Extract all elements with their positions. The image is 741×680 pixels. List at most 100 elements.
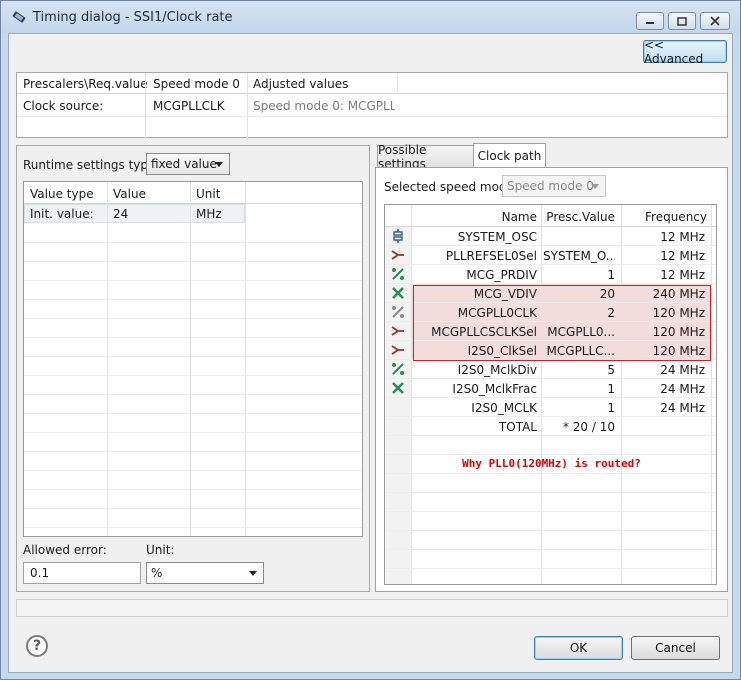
row-divider [385, 454, 716, 455]
row-divider [385, 568, 716, 569]
row-divider [24, 489, 362, 490]
clock-path-header: Name Presc.Value Frequency [385, 205, 716, 227]
unit-select[interactable]: % [146, 562, 264, 584]
divider-icon [391, 267, 405, 281]
clock-timing-icon [12, 11, 26, 23]
clock-path-panel: Selected speed mode Speed mode 0 Name Pr… [375, 167, 728, 592]
column-divider [245, 182, 246, 536]
mux-icon [391, 248, 405, 262]
help-button[interactable]: ? [26, 635, 48, 657]
header-name[interactable]: Name [411, 210, 537, 224]
header-presc-value[interactable]: Presc.Value [543, 210, 615, 224]
speed-mode-value: Speed mode 0 [507, 179, 594, 193]
row-divider [385, 549, 716, 550]
minimize-icon [646, 22, 654, 24]
clock-path-frequency: 24 MHz [660, 382, 705, 396]
status-bar [16, 599, 728, 617]
clock-path-row[interactable]: PLLREFSEL0Sel SYSTEM_O... 12 MHz [385, 246, 716, 265]
mux-icon [391, 324, 405, 338]
row-divider [24, 432, 362, 433]
clock-path-row[interactable]: I2S0_MCLK 1 24 MHz [385, 398, 716, 417]
clock-path-name: PLLREFSEL0Sel [445, 249, 537, 263]
clock-path-row[interactable]: TOTAL * 20 / 10 [385, 417, 716, 436]
row-divider [24, 318, 362, 319]
column-divider [247, 73, 248, 139]
column-divider [397, 73, 398, 94]
summary-cell-adjusted-value: Speed mode 0: MCGPLL... [253, 99, 395, 113]
tab-possible-settings[interactable]: Possible settings [377, 143, 474, 171]
help-icon: ? [32, 638, 42, 654]
runtime-cell-unit: MHz [196, 207, 222, 221]
chevron-down-icon [249, 571, 257, 576]
multiplier-icon [391, 286, 405, 300]
clock-path-frequency: 12 MHz [660, 249, 705, 263]
summary-header-speed-mode[interactable]: Speed mode 0 [153, 77, 240, 91]
clock-path-frequency: 24 MHz [660, 363, 705, 377]
maximize-icon [677, 16, 687, 26]
clock-path-presc: 1 [607, 382, 615, 396]
row-divider [24, 299, 362, 300]
header-frequency[interactable]: Frequency [621, 210, 707, 224]
summary-cell-clock-source: Clock source: [23, 99, 104, 113]
clock-path-presc: * 20 / 10 [562, 420, 615, 434]
clock-path-name: MCG_PRDIV [466, 268, 537, 282]
row-divider [24, 451, 362, 452]
title-bar[interactable]: Timing dialog - SSI1/Clock rate [1, 1, 740, 33]
timing-dialog-window: Timing dialog - SSI1/Clock rate << Advan… [0, 0, 741, 680]
clock-path-frequency: 24 MHz [660, 401, 705, 415]
row-divider [385, 511, 716, 512]
allowed-error-input[interactable]: 0.1 [23, 562, 141, 584]
clock-path-frequency: 12 MHz [660, 230, 705, 244]
row-divider [24, 280, 362, 281]
multiplier-icon [391, 381, 405, 395]
summary-header-prescalers[interactable]: Prescalers\Req.value [23, 77, 148, 91]
row-divider [385, 435, 716, 436]
clock-path-row[interactable]: I2S0_MclkFrac 1 24 MHz [385, 379, 716, 398]
close-button[interactable] [700, 12, 730, 30]
runtime-header-unit[interactable]: Unit [196, 187, 220, 201]
allowed-error-label: Allowed error: [23, 543, 107, 557]
runtime-cell-value: 24 [113, 207, 129, 221]
clock-path-name: I2S0_MclkDiv [457, 363, 537, 377]
runtime-table-row[interactable]: Init. value: 24 MHz [24, 204, 245, 223]
summary-table-header: Prescalers\Req.value Speed mode 0 Adjust… [17, 73, 727, 94]
row-divider [24, 470, 362, 471]
allowed-error-value: 0.1 [30, 566, 50, 580]
speed-mode-select[interactable]: Speed mode 0 [502, 175, 606, 197]
maximize-button[interactable] [668, 12, 696, 30]
clock-path-row[interactable]: MCG_PRDIV 1 12 MHz [385, 265, 716, 284]
speed-mode-label: Selected speed mode [384, 180, 514, 194]
row-divider [24, 337, 362, 338]
divider-icon [391, 362, 405, 376]
highlighted-path-box [413, 285, 711, 361]
minimize-button[interactable] [636, 12, 664, 30]
row-divider [24, 356, 362, 357]
routing-question-annotation: Why PLL0(120MHz) is routed? [462, 457, 641, 470]
clock-path-name: TOTAL [498, 420, 537, 434]
clock-path-name: SYSTEM_OSC [457, 230, 537, 244]
row-divider [385, 473, 716, 474]
dialog-client-area: << Advanced Prescalers\Req.value Speed m… [8, 33, 733, 673]
runtime-header-value[interactable]: Value [113, 187, 146, 201]
column-divider [190, 182, 191, 536]
ok-button[interactable]: OK [534, 636, 623, 660]
runtime-header-value-type[interactable]: Value type [30, 187, 94, 201]
row-divider [24, 508, 362, 509]
cancel-button[interactable]: Cancel [631, 636, 720, 660]
oscillator-icon [391, 229, 405, 243]
summary-header-adjusted[interactable]: Adjusted values [253, 77, 348, 91]
runtime-cell-value-type: Init. value: [30, 207, 94, 221]
clock-path-row[interactable]: SYSTEM_OSC 12 MHz [385, 227, 716, 246]
runtime-values-table: Value type Value Unit Init. value: 24 MH… [23, 181, 363, 537]
tab-clock-path[interactable]: Clock path [473, 143, 546, 167]
divider-gray-icon [391, 305, 405, 319]
runtime-settings-label: Runtime settings type: [23, 158, 160, 172]
advanced-button[interactable]: << Advanced [643, 38, 727, 66]
clock-path-presc: 5 [607, 363, 615, 377]
clock-path-row[interactable]: I2S0_MclkDiv 5 24 MHz [385, 360, 716, 379]
summary-cell-speed-value: MCGPLLCLK [153, 99, 225, 113]
unit-label: Unit: [146, 543, 175, 557]
clock-path-presc: 1 [607, 268, 615, 282]
runtime-settings-type-select[interactable]: fixed value [146, 153, 230, 175]
runtime-settings-type-value: fixed value [151, 157, 217, 171]
